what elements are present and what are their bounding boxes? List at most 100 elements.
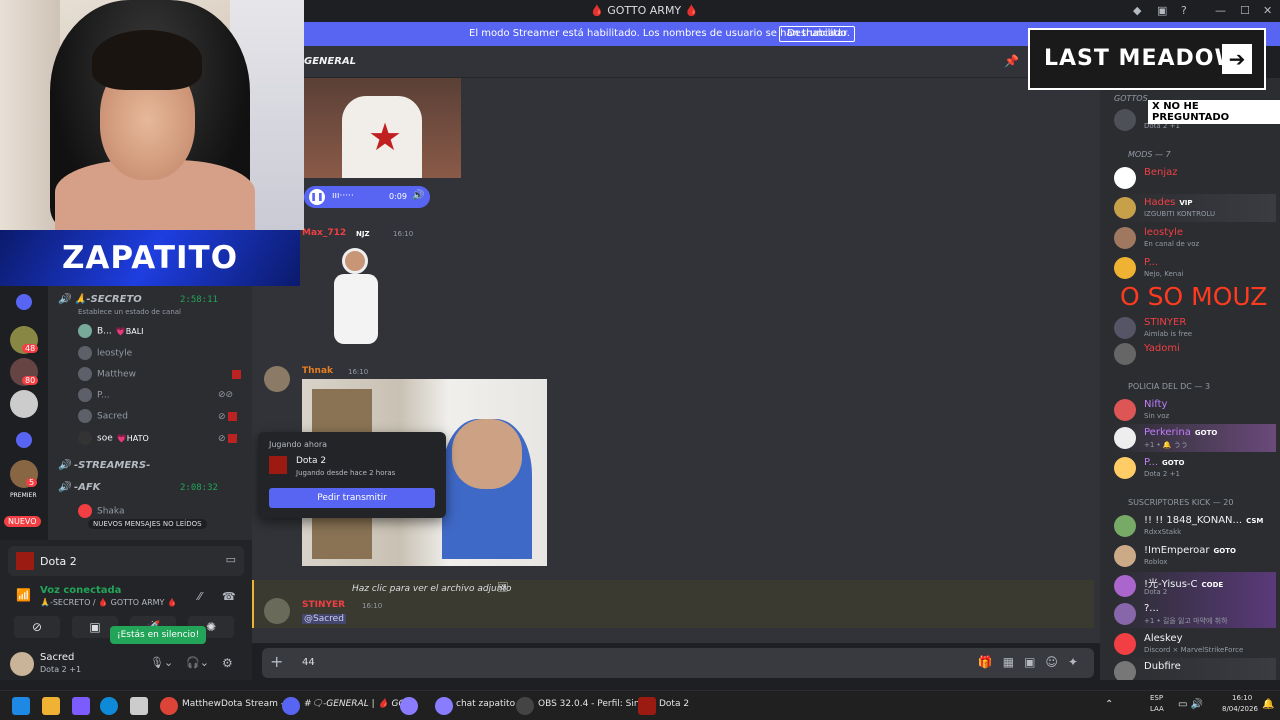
audio-player[interactable]: ❚❚ ııı····· 0:09 🔊 [304, 186, 430, 208]
noise-suppression-icon[interactable]: ⁄⁄ [198, 590, 202, 603]
tray-chevron-icon[interactable]: ⌃ [1105, 699, 1113, 710]
member-item[interactable]: Hades VIP IZGUBITI KONTROLU [1114, 194, 1276, 222]
member-item[interactable]: leostyle En canal de voz [1114, 224, 1276, 252]
disable-streamer-button[interactable]: Deshabilitar [779, 26, 856, 42]
minimize-icon[interactable]: — [1215, 4, 1226, 17]
member-item[interactable]: !! !! 1848_KONAN... CSM RdxxStakk [1114, 512, 1276, 540]
taskbar-app[interactable]: Dota 2 [659, 699, 689, 709]
message-composer[interactable]: + 44 🎁▦▣☺✦ [262, 648, 1094, 678]
taskbar-app[interactable]: #🗨-GENERAL | 🩸 GO [304, 699, 406, 709]
premier-label[interactable]: PREMIER [10, 492, 36, 499]
app-icon[interactable] [72, 697, 90, 715]
voice-member[interactable]: leostyle [78, 346, 132, 360]
windows-start-icon[interactable] [12, 697, 30, 715]
clock-date[interactable]: 8/04/2026 [1222, 705, 1258, 713]
voice-connected-label[interactable]: Voz conectada [40, 585, 121, 596]
composer-input[interactable]: 44 [302, 657, 315, 668]
voice-channel-secreto[interactable]: 🔊 🙏-SECRETO 2:58:11 [58, 294, 218, 305]
voice-channel-path[interactable]: 🙏-SECRETO / 🩸 GOTTO ARMY 🩸 [40, 598, 177, 607]
app-icon[interactable] [435, 697, 453, 715]
clock-time[interactable]: 16:10 [1232, 694, 1252, 702]
volume-icon[interactable]: 🔊 [412, 190, 424, 201]
wifi-volume-icon[interactable]: ▭ 🔊 [1178, 699, 1203, 710]
voice-channel-streamers[interactable]: 🔊 -STREAMERS- [58, 460, 150, 471]
store-icon[interactable] [130, 697, 148, 715]
server-icon[interactable]: 5 [10, 460, 38, 488]
member-item[interactable]: Nifty Sin voz [1114, 396, 1276, 424]
pause-icon[interactable]: ❚❚ [309, 189, 325, 205]
avatar[interactable] [264, 598, 290, 624]
new-messages-bar[interactable]: NUEVOS MENSAJES NO LEÍDOS [88, 519, 207, 529]
pin-icon[interactable]: 📌 [1004, 54, 1019, 68]
dota-icon[interactable] [638, 697, 656, 715]
discord-icon[interactable] [282, 697, 300, 715]
notification-icon[interactable]: 🔔 [1262, 699, 1274, 710]
member-item[interactable]: ?... +1 • 길을 잃고 마약에 취하 [1114, 600, 1276, 628]
user-mention[interactable]: @Sacred [302, 614, 346, 624]
gear-icon[interactable]: ⚙ [222, 656, 233, 670]
member-item[interactable]: Benjaz [1114, 164, 1276, 192]
member-item[interactable]: Aleskey Discord × MarvelStrikeForce [1114, 630, 1276, 658]
chrome-icon[interactable] [160, 697, 178, 715]
category-gottos: GOTTOS [1114, 94, 1148, 103]
member-item[interactable]: Yadomi [1114, 340, 1276, 368]
current-game[interactable]: Dota 2 ▭ [8, 546, 244, 576]
member-item[interactable]: P... GOTO Dota 2 +1 [1114, 454, 1276, 482]
screen-share-icon[interactable]: ▭ [226, 553, 236, 566]
server-icon[interactable] [10, 390, 38, 418]
taskbar-app[interactable]: MatthewDota Stream - [182, 699, 284, 709]
voice-member[interactable]: P... [78, 388, 110, 402]
ask-to-stream-button[interactable]: Pedir transmitir [269, 488, 435, 508]
taskbar-app[interactable]: OBS 32.0.4 - Perfil: Sin T [538, 699, 648, 709]
server-icon[interactable]: 48 [10, 326, 39, 354]
maximize-icon[interactable]: ☐ [1240, 4, 1250, 17]
member-item[interactable]: Perkerina GOTO +1 • 🔔 うう [1114, 424, 1276, 452]
image-attachment[interactable]: ★ [304, 78, 461, 178]
add-attachment-icon[interactable]: + [270, 652, 283, 671]
channel-status-hint[interactable]: Establece un estado de canal [78, 308, 181, 316]
voice-channel-afk[interactable]: 🔊 -AFK 2:08:32 [58, 482, 218, 493]
server-icon[interactable]: 80 [10, 358, 39, 386]
file-explorer-icon[interactable] [42, 697, 60, 715]
voice-member[interactable]: B... 💗BALI [78, 324, 144, 338]
language-indicator[interactable]: ESP [1150, 694, 1163, 702]
message-author[interactable]: STINYER [302, 600, 345, 610]
language-sub[interactable]: LAA [1150, 705, 1164, 713]
window-title: 🩸 GOTTO ARMY 🩸 [590, 4, 699, 17]
message-author[interactable]: Thnak [302, 366, 333, 376]
avatar[interactable] [10, 652, 34, 676]
app-icon[interactable] [400, 697, 418, 715]
member-item[interactable]: Dubfire [1114, 658, 1276, 680]
message-time: 16:10 [348, 368, 369, 376]
member-item[interactable]: P... Nejo, Kenai [1114, 254, 1276, 282]
folder-icon[interactable] [16, 432, 32, 448]
voice-member[interactable]: Matthew [78, 367, 136, 381]
member-item[interactable]: STINYER Aimlab is free [1114, 314, 1276, 342]
reply-preview[interactable]: Haz clic para ver el archivo adjunto [352, 584, 512, 594]
dm-icon[interactable] [16, 294, 32, 310]
taskbar-app[interactable]: chat zapatito [456, 699, 515, 709]
close-icon[interactable]: ✕ [1263, 4, 1272, 17]
nitro-icon[interactable]: ◆ [1133, 4, 1141, 17]
edge-icon[interactable] [100, 697, 118, 715]
voice-member[interactable]: soe 💗HATO [78, 431, 149, 445]
composer-tools[interactable]: 🎁▦▣☺✦ [978, 655, 1088, 669]
inbox-icon[interactable]: ▣ [1157, 4, 1167, 17]
headphones-icon[interactable]: 🎧⌄ [186, 656, 209, 669]
voice-member[interactable]: Shaka [78, 504, 125, 518]
help-icon[interactable]: ? [1181, 4, 1187, 17]
voice-member[interactable]: Sacred [78, 409, 128, 423]
dota-icon [16, 552, 34, 570]
camera-button[interactable]: ⊘ [14, 616, 60, 638]
new-badge[interactable]: NUEVO [4, 516, 41, 527]
member-item[interactable]: !ImEmperoar GOTO Roblox [1114, 542, 1276, 570]
speaker-icon: 🔊 [58, 482, 71, 493]
username[interactable]: Sacred [40, 652, 74, 663]
avatar[interactable] [264, 366, 290, 392]
member-item[interactable]: !光-Yisus-C CODE Dota 2 [1114, 572, 1276, 600]
message-author[interactable]: Max_712 [302, 228, 346, 238]
microphone-icon[interactable]: 🎙⌄ [150, 656, 173, 669]
sticker-image[interactable] [330, 244, 382, 348]
obs-icon[interactable] [516, 697, 534, 715]
disconnect-icon[interactable]: ☎ [222, 590, 236, 603]
